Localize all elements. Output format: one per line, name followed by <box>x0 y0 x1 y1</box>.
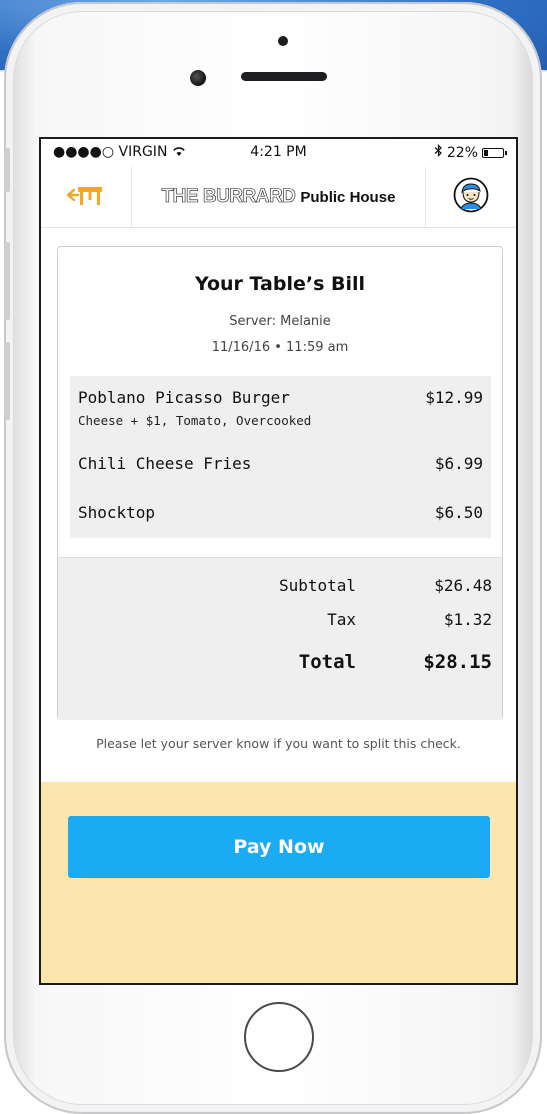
bill-title: Your Table’s Bill <box>194 273 366 295</box>
total-label: Total <box>298 651 356 673</box>
status-bar: ●●●●○ VIRGIN 4:21 PM 22% <box>41 139 516 165</box>
order-item: Shocktop $6.50 <box>78 503 483 522</box>
split-check-note: Please let your server know if you want … <box>96 736 461 751</box>
tax-value: $1.32 <box>443 610 492 629</box>
subtotal-value: $26.48 <box>434 576 492 595</box>
restaurant-brand: THE BURRARD Public House <box>131 167 426 227</box>
volume-up-button <box>4 242 10 320</box>
order-items: Poblano Picasso Burger $12.99 Cheese + $… <box>70 376 491 538</box>
tax-label: Tax <box>327 610 356 629</box>
volume-down-button <box>4 342 10 420</box>
brand-subtitle: Public House <box>300 188 396 206</box>
item-modifiers: Cheese + $1, Tomato, Overcooked <box>78 413 312 428</box>
order-item: Poblano Picasso Burger $12.99 Cheese + $… <box>78 388 483 428</box>
nav-bar: THE BURRARD Public House <box>41 167 516 228</box>
order-item: Chili Cheese Fries $6.99 <box>78 454 483 473</box>
totals-section: Subtotal $26.48 Tax $1.32 Total $28.15 <box>58 557 502 720</box>
brand-name: THE BURRARD <box>161 186 296 208</box>
app-screen: ●●●●○ VIRGIN 4:21 PM 22% THE BURRARD Pub… <box>39 137 518 985</box>
item-name: Chili Cheese Fries <box>78 454 252 473</box>
bluetooth-icon <box>434 144 443 161</box>
item-price: $6.50 <box>434 503 483 522</box>
user-avatar-icon <box>453 177 489 217</box>
bill-datetime: 11/16/16 • 11:59 am <box>211 340 349 355</box>
proximity-sensor <box>278 36 288 46</box>
server-name: Server: Melanie <box>229 314 331 329</box>
battery-icon <box>482 147 507 158</box>
battery-percent: 22% <box>446 144 478 161</box>
item-name: Poblano Picasso Burger <box>78 388 290 407</box>
subtotal-label: Subtotal <box>278 576 356 595</box>
earpiece-speaker <box>241 72 327 81</box>
item-name: Shocktop <box>78 503 156 522</box>
profile-button[interactable] <box>425 167 516 227</box>
table-back-icon <box>66 183 106 211</box>
home-button[interactable] <box>244 1002 314 1072</box>
item-price: $6.99 <box>434 454 483 473</box>
front-camera <box>190 70 206 86</box>
battery-level <box>484 149 488 156</box>
pay-area: Pay Now <box>41 782 516 983</box>
total-value: $28.15 <box>423 651 492 673</box>
item-price: $12.99 <box>425 388 483 407</box>
back-button[interactable] <box>41 167 132 227</box>
pay-now-button[interactable]: Pay Now <box>68 816 490 878</box>
status-right: 22% <box>434 144 507 161</box>
bill-card: Your Table’s Bill Server: Melanie 11/16/… <box>57 246 503 720</box>
mute-switch <box>4 148 10 192</box>
